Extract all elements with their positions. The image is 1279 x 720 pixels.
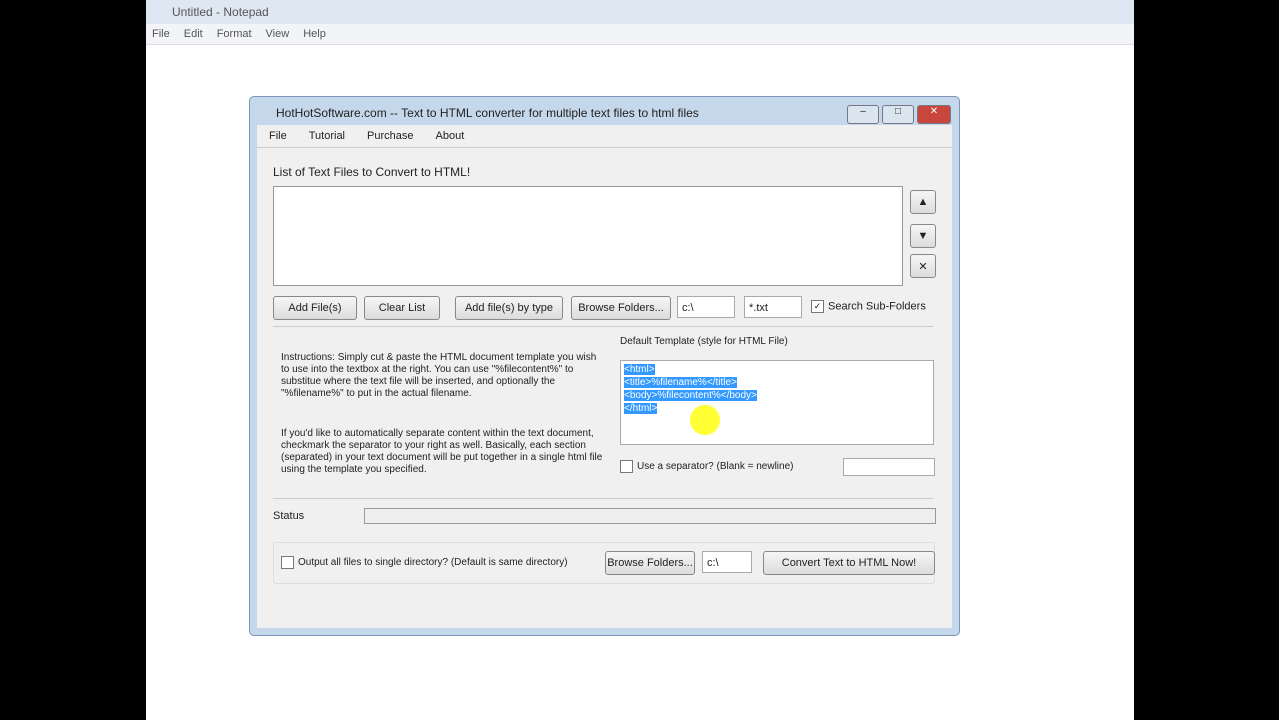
minimize-button[interactable]: – [847, 105, 879, 124]
move-up-button[interactable]: ▲ [910, 190, 936, 214]
extension-input[interactable]: *.txt [744, 296, 802, 318]
add-files-button[interactable]: Add File(s) [273, 296, 357, 320]
menu-format[interactable]: Format [217, 28, 252, 40]
menu-edit[interactable]: Edit [184, 28, 203, 40]
path-input[interactable]: c:\ [677, 296, 735, 318]
template-line: <title>%filename%</title> [624, 377, 737, 388]
converter-window: HotHotSoftware.com -- Text to HTML conve… [249, 96, 960, 636]
cursor-highlight [690, 405, 720, 435]
browse-folders-button[interactable]: Browse Folders... [571, 296, 671, 320]
progress-bar [364, 508, 936, 524]
template-textarea[interactable]: <html> <title>%filename%</title> <body>%… [620, 360, 934, 445]
menu-help[interactable]: Help [303, 28, 326, 40]
maximize-button[interactable]: □ [882, 105, 914, 124]
move-down-button[interactable]: ▼ [910, 224, 936, 248]
status-label: Status [273, 510, 305, 522]
separator-instructions: If you'd like to automatically separate … [281, 428, 603, 475]
convert-button[interactable]: Convert Text to HTML Now! [763, 551, 935, 575]
menu-tutorial[interactable]: Tutorial [309, 130, 345, 142]
divider [273, 498, 933, 499]
subfolders-label: Search Sub-Folders [828, 300, 926, 313]
file-list[interactable] [273, 186, 903, 286]
template-line: <html> [624, 364, 655, 375]
remove-button[interactable]: ✕ [910, 254, 936, 278]
template-line: <body>%filecontent%</body> [624, 390, 757, 401]
separator-label: Use a separator? (Blank = newline) [637, 461, 794, 473]
subfolders-checkbox[interactable]: ✓ [811, 300, 824, 313]
browse-output-button[interactable]: Browse Folders... [605, 551, 695, 575]
separator-input[interactable] [843, 458, 935, 476]
output-dir-checkbox[interactable] [281, 556, 294, 569]
app-menu: File Tutorial Purchase About [257, 125, 952, 148]
instructions-text: Instructions: Simply cut & paste the HTM… [281, 352, 597, 399]
separator-checkbox[interactable] [620, 460, 633, 473]
menu-about[interactable]: About [436, 130, 465, 142]
menu-view[interactable]: View [266, 28, 290, 40]
menu-file[interactable]: File [152, 28, 170, 40]
menu-purchase[interactable]: Purchase [367, 130, 413, 142]
divider [273, 326, 933, 327]
output-dir-label: Output all files to single directory? (D… [298, 557, 568, 569]
add-by-type-button[interactable]: Add file(s) by type [455, 296, 563, 320]
template-line: </html> [624, 403, 658, 414]
notepad-menu: File Edit Format View Help [146, 24, 1134, 45]
close-button[interactable]: ✕ [917, 105, 951, 124]
output-path-input[interactable]: c:\ [702, 551, 752, 573]
notepad-title: Untitled - Notepad [146, 0, 1134, 24]
menu-file[interactable]: File [269, 130, 287, 142]
clear-list-button[interactable]: Clear List [364, 296, 440, 320]
list-label: List of Text Files to Convert to HTML! [273, 165, 471, 179]
template-label: Default Template (style for HTML File) [620, 336, 788, 347]
